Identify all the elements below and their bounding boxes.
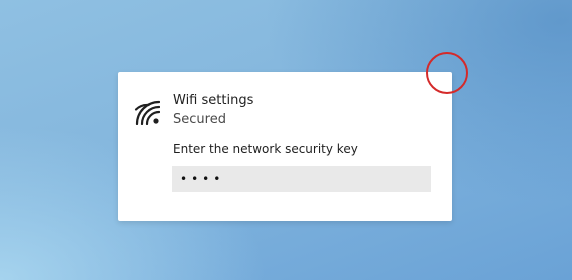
click-indicator-circle: [426, 52, 468, 94]
dialog-title: Wifi settings: [173, 93, 254, 108]
security-status: Secured: [173, 112, 226, 127]
security-key-input[interactable]: ••••: [172, 166, 431, 192]
wifi-settings-dialog: Wifi settings Secured Enter the network …: [118, 72, 452, 221]
security-key-label: Enter the network security key: [173, 142, 358, 156]
wifi-icon: [134, 100, 160, 125]
